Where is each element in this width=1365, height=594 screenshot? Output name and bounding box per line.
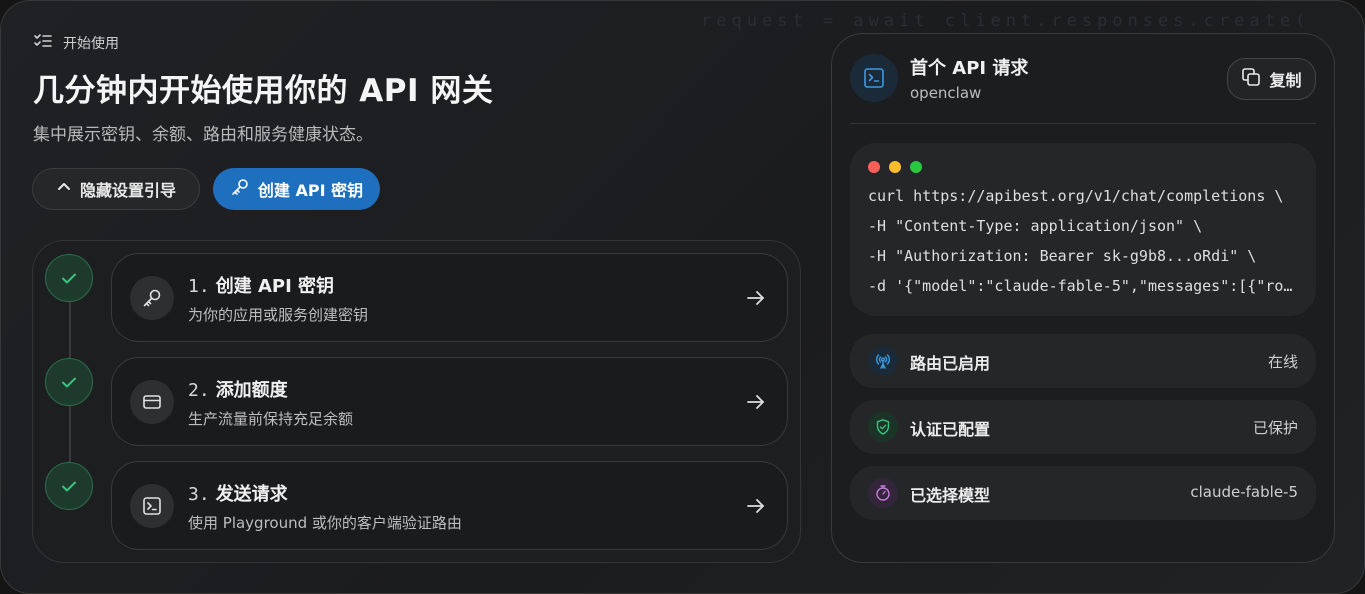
step-card-create-key[interactable]: 1. 创建 API 密钥 为你的应用或服务创建密钥 (111, 253, 788, 342)
divider (850, 123, 1316, 124)
key-icon (230, 177, 250, 201)
terminal-icon (850, 54, 898, 102)
page-subtitle: 集中展示密钥、余额、路由和服务健康状态。 (33, 125, 373, 145)
step-title: 1. 创建 API 密钥 (188, 276, 335, 297)
step-1-check-badge (45, 254, 93, 302)
step-title: 2. 添加额度 (188, 380, 288, 401)
status-value: 在线 (1267, 353, 1298, 371)
status-value: claude-fable-5 (1190, 483, 1298, 501)
arrow-right-icon (747, 291, 764, 305)
request-subtitle: openclaw (910, 84, 982, 102)
step-2-check-badge (45, 358, 93, 406)
eyebrow: 开始使用 (33, 33, 119, 53)
step-description: 为你的应用或服务创建密钥 (188, 306, 369, 324)
arrow-right-icon (747, 499, 764, 513)
status-row-model: 已选择模型 claude-fable-5 (850, 466, 1316, 520)
copy-icon (1241, 67, 1261, 91)
broadcast-icon (868, 346, 898, 376)
dot-yellow (889, 161, 901, 173)
step-title: 3. 发送请求 (188, 484, 288, 505)
status-row-routing: 路由已启用 在线 (850, 334, 1316, 388)
code-line: -d '{"model":"claude-fable-5","messages"… (868, 277, 1298, 295)
create-api-key-button[interactable]: 创建 API 密钥 (213, 168, 380, 210)
dot-red (868, 161, 880, 173)
shield-check-icon (868, 412, 898, 442)
credit-card-icon (130, 380, 174, 424)
check-icon (62, 377, 76, 388)
onboarding-card: request = await client.responses.create(… (0, 0, 1365, 594)
code-line: -H "Content-Type: application/json" \ (868, 217, 1203, 235)
window-dots (868, 161, 922, 173)
status-row-auth: 认证已配置 已保护 (850, 400, 1316, 454)
dot-green (910, 161, 922, 173)
timeline-connector (69, 405, 71, 463)
request-title: 首个 API 请求 (910, 58, 1029, 79)
arrow-right-icon (747, 395, 764, 409)
code-line: -H "Authorization: Bearer sk-g9b8...oRdi… (868, 247, 1257, 265)
timeline-connector (69, 301, 71, 359)
first-request-panel: 首个 API 请求 openclaw 复制 curl https://apibe… (831, 33, 1335, 563)
check-icon (62, 273, 76, 284)
hide-guide-label: 隐藏设置引导 (79, 181, 176, 200)
stopwatch-icon (868, 478, 898, 508)
hide-guide-button[interactable]: 隐藏设置引导 (32, 168, 200, 210)
key-icon (130, 276, 174, 320)
code-block[interactable]: curl https://apibest.org/v1/chat/complet… (850, 143, 1316, 316)
status-label: 已选择模型 (910, 486, 991, 505)
step-description: 生产流量前保持充足余额 (188, 410, 354, 428)
step-card-send-request[interactable]: 3. 发送请求 使用 Playground 或你的客户端验证路由 (111, 461, 788, 550)
status-value: 已保护 (1252, 419, 1298, 437)
terminal-icon (130, 484, 174, 528)
checklist-icon (33, 31, 53, 55)
step-3-check-badge (45, 462, 93, 510)
status-label: 认证已配置 (910, 420, 991, 439)
chevron-up-icon (56, 179, 72, 199)
eyebrow-label: 开始使用 (63, 36, 119, 52)
copy-button[interactable]: 复制 (1227, 58, 1316, 100)
check-icon (62, 481, 76, 492)
step-card-add-credit[interactable]: 2. 添加额度 生产流量前保持充足余额 (111, 357, 788, 446)
step-description: 使用 Playground 或你的客户端验证路由 (188, 514, 462, 532)
copy-label: 复制 (1269, 71, 1302, 90)
code-line: curl https://apibest.org/v1/chat/complet… (868, 187, 1284, 205)
page-title: 几分钟内开始使用你的 API 网关 (33, 73, 494, 109)
create-api-key-label: 创建 API 密钥 (257, 181, 364, 200)
status-label: 路由已启用 (910, 354, 991, 373)
